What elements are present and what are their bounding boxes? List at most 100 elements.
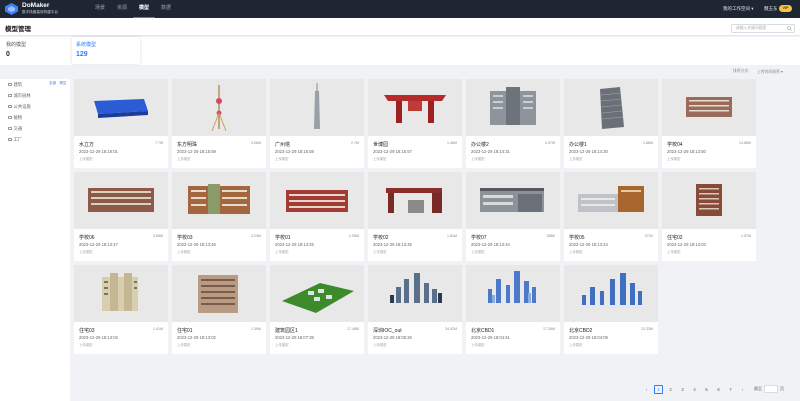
model-type: 上传模型 [667, 250, 681, 254]
model-date: 2023-12-29 18:14:30 [569, 149, 608, 154]
model-date: 2023-12-29 18:13:46 [177, 242, 216, 247]
model-date: 2023-12-29 18:04:41 [471, 335, 510, 340]
model-card[interactable]: 学校05 372K 2023-12-29 18:13:44 上传模型 [564, 172, 658, 261]
model-name: 住宅03 [79, 328, 95, 334]
model-thumbnail [662, 172, 756, 229]
model-type: 上传模型 [471, 250, 485, 254]
model-name: 深圳IOC_out [373, 328, 402, 334]
model-name: 住宅01 [177, 328, 193, 334]
model-card[interactable]: 建筑园区1 17.48M 2023-12-29 18:07:39 上传模型 [270, 265, 364, 354]
model-card[interactable]: 学校04 14.88M 2023-12-29 18:13:50 上传模型 [662, 79, 756, 168]
workspace-dropdown[interactable]: 我的工作空间 ▾ [723, 6, 754, 12]
model-card[interactable]: 学校01 2.05M 2023-12-29 18:13:45 上传模型 [270, 172, 364, 261]
model-date: 2023-12-29 18:13:03 [79, 335, 118, 340]
model-card[interactable]: 住宅01 1.39M 2023-12-29 18:13:02 上传模型 [172, 265, 266, 354]
goto-page-input[interactable] [764, 385, 778, 393]
model-card[interactable]: 北京CBD2 13.33M 2023-12-29 18:04:09 上传模型 [564, 265, 658, 354]
model-name: 办公楼2 [471, 142, 489, 148]
model-card[interactable]: 世博园 1.48M 2023-12-29 18:15:57 上传模型 [368, 79, 462, 168]
model-type: 上传模型 [373, 250, 387, 254]
select-all-link[interactable]: 全部 [49, 81, 56, 85]
model-type: 上传模型 [569, 157, 583, 161]
model-name: 学校07 [471, 235, 487, 241]
page-title: 模型管理 [5, 26, 31, 33]
nav-item-scene[interactable]: 场景 [89, 0, 111, 18]
model-name: 住宅02 [667, 235, 683, 241]
page-button[interactable]: 3 [678, 385, 687, 394]
sort-select[interactable]: 上传时间排序 ▾ [757, 69, 783, 75]
model-thumbnail [564, 265, 658, 322]
model-card[interactable]: 办公楼1 1.88M 2023-12-29 18:14:30 上传模型 [564, 79, 658, 168]
model-type: 上传模型 [471, 157, 485, 161]
model-card[interactable]: 住宅03 1.41M 2023-12-29 18:13:03 上传模型 [74, 265, 168, 354]
sidebar-item-factory[interactable]: 工厂 [8, 137, 22, 143]
sidebar-item-garden[interactable]: 城市园林 [8, 93, 31, 99]
goto-label: 跳至 [754, 386, 762, 391]
sidebar-item-label: 交通 [13, 126, 23, 131]
toolbar: 排序方式: 上传时间排序 ▾ [0, 66, 800, 78]
page-button[interactable]: 7 [726, 385, 735, 394]
model-card[interactable]: 水立方 7.7M 2023-12-29 18:16:01 上传模型 [74, 79, 168, 168]
model-size: 2.05M [349, 234, 359, 238]
model-thumbnail [466, 265, 560, 322]
model-card[interactable]: 办公楼2 3.97M 2023-12-29 18:14:31 上传模型 [466, 79, 560, 168]
model-type: 上传模型 [177, 157, 191, 161]
page-button[interactable]: 6 [714, 385, 723, 394]
sidebar-item-plant[interactable]: 植物 [8, 115, 22, 121]
model-card[interactable]: 广州塔 2.7M 2023-12-29 18:15:58 上传模型 [270, 79, 364, 168]
model-card[interactable]: 深圳IOC_out 34.02M 2023-12-29 18:05:26 上传模… [368, 265, 462, 354]
model-date: 2023-12-29 18:14:31 [471, 149, 510, 154]
model-card[interactable]: 北京CBD1 17.28M 2023-12-29 18:04:41 上传模型 [466, 265, 560, 354]
folder-icon [8, 116, 12, 120]
model-name: 水立方 [79, 142, 95, 148]
prev-page-button[interactable]: ‹ [642, 385, 651, 394]
search-input[interactable]: 请输入关键词搜索 [731, 24, 795, 33]
model-card[interactable]: 东方明珠 3.06M 2023-12-29 18:15:59 上传模型 [172, 79, 266, 168]
sidebar-actions: 全部 清空 [49, 81, 69, 86]
model-card[interactable]: 住宅02 1.57M 2023-12-29 18:13:03 上传模型 [662, 172, 756, 261]
model-type: 上传模型 [177, 343, 191, 347]
sidebar-item-facility[interactable]: 公共设施 [8, 104, 31, 110]
nav-item-data[interactable]: 数据 [155, 0, 177, 18]
model-thumbnail [662, 79, 756, 136]
model-thumbnail [564, 172, 658, 229]
stat-system-models[interactable]: 系统模型 129 [72, 37, 140, 64]
model-thumbnail [74, 79, 168, 136]
stat-my-models[interactable]: 我的模型 0 [2, 37, 70, 64]
model-thumbnail [466, 172, 560, 229]
model-card[interactable]: 学校06 3.68M 2023-12-29 18:13:47 上传模型 [74, 172, 168, 261]
model-name: 建筑园区1 [275, 328, 298, 334]
nav-item-resource[interactable]: 资源 [111, 0, 133, 18]
pagination: ‹ 1 2 3 4 5 6 7 › 跳至 页 [642, 384, 784, 394]
model-name: 学校05 [569, 235, 585, 241]
model-type: 上传模型 [569, 343, 583, 347]
sidebar-item-building[interactable]: 建筑 [8, 82, 22, 88]
folder-icon [8, 83, 12, 87]
user-name[interactable]: 魏玉东 [764, 6, 778, 12]
model-type: 上传模型 [373, 343, 387, 347]
page-button[interactable]: 4 [690, 385, 699, 394]
model-thumbnail [172, 79, 266, 136]
sidebar-item-traffic[interactable]: 交通 [8, 126, 22, 132]
page-button[interactable]: 1 [654, 384, 663, 394]
next-page-button[interactable]: › [738, 385, 747, 394]
search-icon[interactable] [787, 26, 792, 31]
model-date: 2023-12-29 18:13:03 [667, 242, 706, 247]
model-date: 2023-12-29 18:13:45 [373, 242, 412, 247]
model-name: 学校02 [373, 235, 389, 241]
model-size: 372K [644, 234, 653, 238]
model-card[interactable]: 学校03 3.24M 2023-12-29 18:13:46 上传模型 [172, 172, 266, 261]
page-header: 模型管理 请输入关键词搜索 [0, 18, 800, 36]
model-size: 1.81M [447, 234, 457, 238]
model-date: 2023-12-29 18:13:02 [177, 335, 216, 340]
model-type: 上传模型 [471, 343, 485, 347]
nav-item-model[interactable]: 模型 [133, 0, 155, 18]
clear-link[interactable]: 清空 [59, 81, 66, 85]
page-button[interactable]: 2 [666, 385, 675, 394]
model-card[interactable]: 学校07 388K 2023-12-29 18:13:44 上传模型 [466, 172, 560, 261]
sort-label: 排序方式: [733, 69, 750, 73]
page-button[interactable]: 5 [702, 385, 711, 394]
model-size: 1.57M [741, 234, 751, 238]
model-size: 1.41M [153, 327, 163, 331]
model-card[interactable]: 学校02 1.81M 2023-12-29 18:13:45 上传模型 [368, 172, 462, 261]
